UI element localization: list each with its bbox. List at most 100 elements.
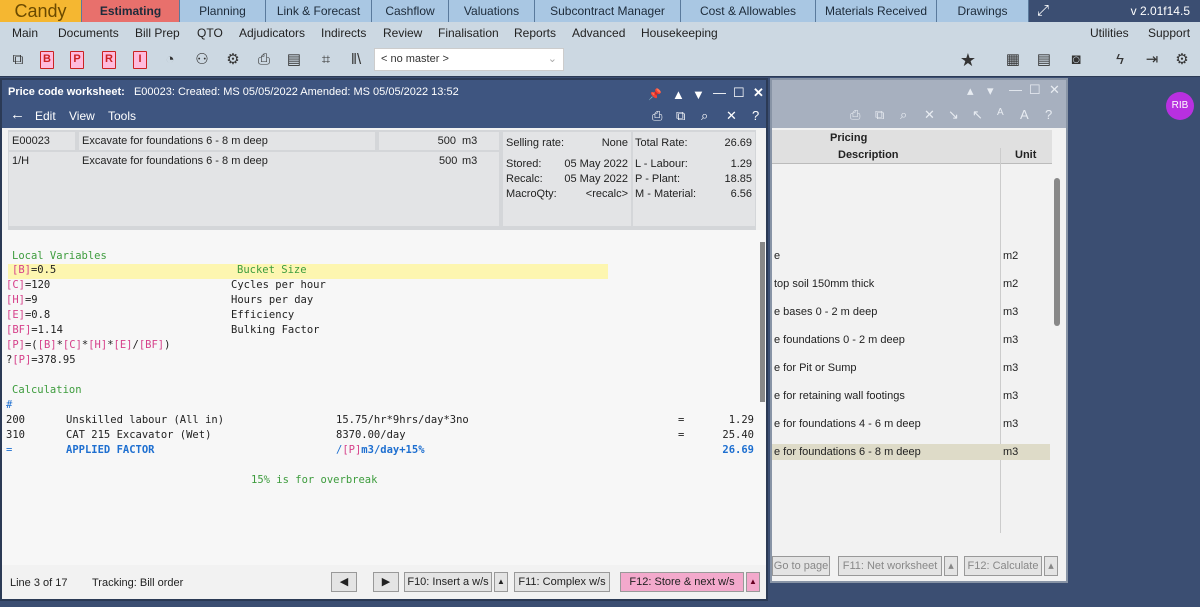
search-icon[interactable]: ⌕ [900, 107, 907, 123]
next-button[interactable]: ▶ [373, 572, 399, 592]
net-worksheet-dropdown[interactable]: ▴ [944, 556, 958, 576]
clear-icon[interactable]: ✕ [726, 108, 737, 124]
maximize-icon[interactable]: ☐ [1029, 82, 1041, 98]
export-icon[interactable]: ⧉ [875, 107, 884, 123]
menu-view[interactable]: View [69, 109, 95, 123]
pricing-row[interactable]: e foundations 0 - 2 m deep m3 [772, 332, 1050, 348]
calculate-button[interactable]: F12: Calculate [964, 556, 1042, 576]
menu-edit[interactable]: Edit [35, 109, 56, 123]
library-icon[interactable]: ‖\ [346, 50, 366, 70]
menu-documents[interactable]: Documents [58, 26, 119, 40]
pricing-row[interactable]: top soil 150mm thick m2 [772, 276, 1050, 292]
r-report-icon[interactable]: R [102, 51, 116, 69]
gear-icon[interactable]: ⚙ [223, 50, 243, 70]
font-larger-icon[interactable]: A [1020, 107, 1029, 122]
tab-valuations[interactable]: Valuations [449, 0, 535, 22]
notes-icon[interactable]: ▤ [1034, 50, 1054, 70]
insert-ws-dropdown[interactable]: ▲ [494, 572, 508, 592]
column-unit[interactable]: Unit [1015, 149, 1036, 161]
bill-item-cell: 1/H Excavate for foundations 6 - 8 m dee… [9, 152, 499, 226]
arrow-up-left-icon[interactable]: ↖ [972, 107, 983, 123]
tab-drawings[interactable]: Drawings [937, 0, 1029, 22]
printer-icon[interactable]: ⎙ [254, 50, 274, 70]
help-icon[interactable]: ? [1045, 107, 1052, 122]
star-icon[interactable]: ★ [958, 50, 978, 70]
maximize-icon[interactable]: ☐ [733, 81, 745, 105]
calc-desc: CAT 215 Excavator (Wet) [66, 429, 212, 441]
menu-finalisation[interactable]: Finalisation [438, 26, 499, 40]
expand-icon[interactable]: ⤢ [1037, 0, 1049, 22]
go-to-page-button[interactable]: Go to page [772, 556, 830, 576]
move-up-icon[interactable]: ▴ [967, 83, 974, 99]
switch-icon[interactable]: ⇥ [1142, 50, 1162, 70]
print-icon[interactable]: ⎙ [850, 107, 860, 123]
tab-planning[interactable]: Planning [180, 0, 266, 22]
menu-advanced[interactable]: Advanced [572, 26, 625, 40]
minimize-icon[interactable]: — [1009, 82, 1022, 97]
clear-icon[interactable]: ✕ [924, 107, 935, 123]
column-description[interactable]: Description [838, 149, 899, 161]
p-report-icon[interactable]: P [70, 51, 84, 69]
back-arrow-icon[interactable]: ← [10, 106, 25, 123]
calculate-dropdown[interactable]: ▴ [1044, 556, 1058, 576]
menu-qto[interactable]: QTO [197, 26, 223, 40]
font-smaller-icon[interactable]: A [997, 107, 1004, 118]
minimize-icon[interactable]: — [713, 81, 726, 105]
menu-support[interactable]: Support [1148, 26, 1190, 40]
lightning-icon[interactable]: ϟ [1110, 50, 1130, 70]
menu-reports[interactable]: Reports [514, 26, 556, 40]
master-select[interactable]: < no master > ⌄ [374, 48, 564, 71]
pricing-row[interactable]: e bases 0 - 2 m deep m3 [772, 304, 1050, 320]
stored-label: Stored: [506, 158, 542, 170]
net-worksheet-button[interactable]: F11: Net worksheet [838, 556, 942, 576]
tab-cashflow[interactable]: Cashflow [372, 0, 449, 22]
complex-ws-button[interactable]: F11: Complex w/s [514, 572, 610, 592]
insert-ws-button[interactable]: F10: Insert a w/s [404, 572, 492, 592]
menu-adjudicators[interactable]: Adjudicators [239, 26, 305, 40]
pricing-row[interactable]: e for retaining wall footings m3 [772, 388, 1050, 404]
pricing-row[interactable]: e m2 [772, 248, 1050, 264]
tab-materials-received[interactable]: Materials Received [816, 0, 937, 22]
help-icon[interactable]: ? [752, 108, 759, 123]
menu-bill-prep[interactable]: Bill Prep [135, 26, 180, 40]
calculator-icon[interactable]: ▦ [1003, 50, 1023, 70]
editor-scrollbar[interactable] [760, 242, 765, 402]
variable-comment: Cycles per hour [231, 279, 326, 291]
local-variables-heading: Local Variables [12, 250, 107, 262]
pricing-row[interactable]: e for foundations 4 - 6 m deep m3 [772, 416, 1050, 432]
users-icon[interactable]: ⚇ [192, 50, 212, 70]
menu-housekeeping[interactable]: Housekeeping [641, 26, 718, 40]
tab-subcontract-manager[interactable]: Subcontract Manager [535, 0, 681, 22]
pricing-scrollbar[interactable] [1054, 178, 1060, 326]
worksheet-editor[interactable]: Local Variables [B]=0.5 Bucket Size [C]=12… [2, 230, 766, 565]
close-icon[interactable]: ✕ [1049, 82, 1060, 98]
store-next-dropdown[interactable]: ▲ [746, 572, 760, 592]
move-down-icon[interactable]: ▾ [987, 83, 994, 99]
print-icon[interactable]: ⎙ [652, 108, 662, 124]
user-avatar[interactable]: RIB [1166, 92, 1194, 120]
previous-button[interactable]: ◀ [331, 572, 357, 592]
store-next-button[interactable]: F12: Store & next w/s [620, 572, 744, 592]
tab-cost-allowables[interactable]: Cost & Allowables [681, 0, 816, 22]
bill-report-icon[interactable]: B [40, 51, 54, 69]
camera-icon[interactable]: ◙ [1066, 50, 1086, 70]
pricing-row[interactable]: e for Pit or Sump m3 [772, 360, 1050, 376]
menu-review[interactable]: Review [383, 26, 422, 40]
i-report-icon[interactable]: I [133, 51, 147, 69]
menu-tools[interactable]: Tools [108, 109, 136, 123]
menu-indirects[interactable]: Indirects [321, 26, 366, 40]
arrow-down-right-icon[interactable]: ↘ [948, 107, 959, 123]
search-icon[interactable]: ⌕ [701, 108, 708, 124]
export-icon[interactable]: ⧉ [676, 108, 685, 124]
tab-link-forecast[interactable]: Link & Forecast [266, 0, 372, 22]
close-icon[interactable]: ✕ [753, 81, 764, 105]
layout-icon[interactable]: ⌗ [316, 50, 336, 70]
pie-chart-icon[interactable]: ◔ [160, 50, 180, 70]
document-icon[interactable]: ▤ [284, 50, 304, 70]
menu-utilities[interactable]: Utilities [1090, 26, 1129, 40]
settings-icon[interactable]: ⚙ [1172, 50, 1192, 70]
copy-icon[interactable]: ⧉ [8, 50, 28, 70]
tab-estimating[interactable]: Estimating [82, 0, 180, 22]
menu-main[interactable]: Main [12, 26, 38, 40]
pricing-row[interactable]: e for foundations 6 - 8 m deep m3 [772, 444, 1050, 460]
